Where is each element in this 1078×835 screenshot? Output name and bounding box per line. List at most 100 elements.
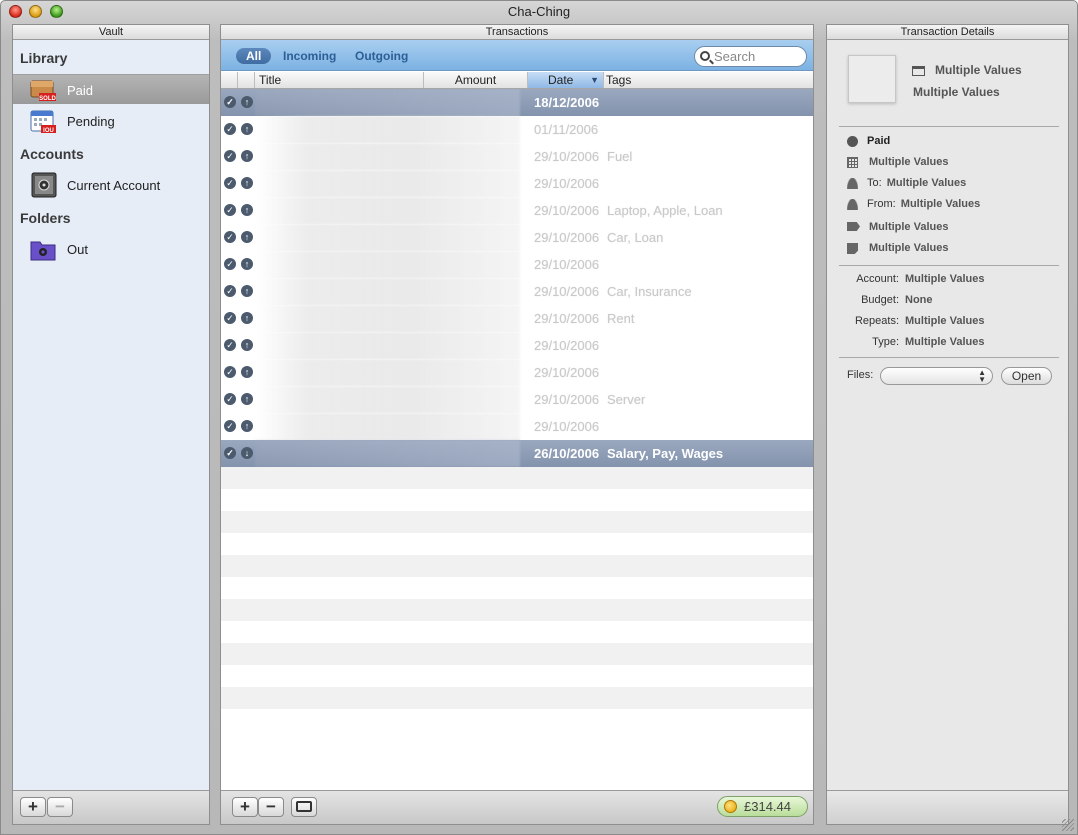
paid-check-icon[interactable]: ✓ <box>224 285 236 297</box>
note-icon <box>847 243 858 254</box>
table-row[interactable]: ✓ ↑ 29/10/2006 Laptop, Apple, Loan <box>221 197 813 224</box>
column-title[interactable]: Title <box>255 72 424 88</box>
transactions-table: ✓ ↑ 18/12/2006 ✓ ↑ 01/11/2006 ✓ ↑ 29/10/2006 Fuel… <box>221 89 813 793</box>
table-row[interactable]: ✓ ↑ 29/10/2006 Rent <box>221 305 813 332</box>
person-icon <box>847 178 858 189</box>
category-row[interactable]: Multiple Values <box>847 156 948 168</box>
table-row[interactable]: ✓ ↑ 29/10/2006 <box>221 359 813 386</box>
filter-incoming[interactable]: Incoming <box>273 48 346 64</box>
sort-descending-icon: ▼ <box>590 75 599 85</box>
column-amount[interactable]: Amount <box>424 72 528 88</box>
outgoing-arrow-icon: ↑ <box>241 420 253 432</box>
row-tags: Rent <box>607 311 635 326</box>
paid-check-icon[interactable]: ✓ <box>224 393 236 405</box>
search-placeholder: Search <box>714 49 756 64</box>
table-row[interactable]: ✓ ↑ 29/10/2006 <box>221 332 813 359</box>
balance-amount: £314.44 <box>744 799 791 814</box>
outgoing-arrow-icon: ↑ <box>241 96 253 108</box>
table-row[interactable]: ✓ ↑ 29/10/2006 Fuel <box>221 143 813 170</box>
incoming-arrow-icon: ↓ <box>241 447 253 459</box>
redacted-title-amount <box>255 278 520 305</box>
account-value: Multiple Values <box>905 273 985 285</box>
column-header-row: Title Amount Date ▼ Tags <box>221 72 813 89</box>
minimize-window-button[interactable] <box>29 5 42 18</box>
status-row[interactable]: Paid <box>847 135 890 147</box>
from-row[interactable]: From: Multiple Values <box>847 198 980 210</box>
row-date: 18/12/2006 <box>534 95 600 110</box>
table-row[interactable]: ✓ ↑ 29/10/2006 Car, Insurance <box>221 278 813 305</box>
sidebar-item-pending[interactable]: IOU Pending <box>13 106 209 136</box>
sidebar-item-paid[interactable]: SOLD Paid <box>13 74 209 104</box>
paid-check-icon[interactable]: ✓ <box>224 204 236 216</box>
paid-check-icon[interactable]: ✓ <box>224 447 236 459</box>
open-file-button[interactable]: Open <box>1001 367 1052 385</box>
paid-check-icon[interactable]: ✓ <box>224 258 236 270</box>
remove-transaction-button[interactable]: − <box>258 797 284 817</box>
paid-check-icon[interactable]: ✓ <box>224 96 236 108</box>
column-direction[interactable] <box>238 72 255 88</box>
tags-row[interactable]: Multiple Values <box>847 221 948 233</box>
remove-vault-item-button[interactable]: − <box>47 797 73 817</box>
filter-all[interactable]: All <box>236 48 272 64</box>
to-row[interactable]: To: Multiple Values <box>847 177 966 189</box>
status-value: Paid <box>867 135 891 147</box>
resize-handle[interactable] <box>1062 819 1074 831</box>
transfer-button[interactable] <box>291 797 317 817</box>
column-date[interactable]: Date ▼ <box>528 72 604 88</box>
empty-row <box>221 467 813 489</box>
sold-box-icon: SOLD <box>29 77 57 103</box>
paid-check-icon[interactable]: ✓ <box>224 312 236 324</box>
note-row[interactable]: Multiple Values <box>847 242 948 254</box>
row-date: 26/10/2006 <box>534 446 600 461</box>
sold-badge-text: SOLD <box>39 96 56 102</box>
outgoing-arrow-icon: ↑ <box>241 285 253 297</box>
paid-check-icon[interactable]: ✓ <box>224 366 236 378</box>
table-row[interactable]: ✓ ↑ 29/10/2006 Car, Loan <box>221 224 813 251</box>
popup-arrows-icon: ▲ ▼ <box>978 368 986 384</box>
table-row[interactable]: ✓ ↑ 29/10/2006 <box>221 170 813 197</box>
check-icon <box>847 136 858 147</box>
folders-heading: Folders <box>20 210 71 226</box>
add-vault-item-button[interactable]: + <box>20 797 46 817</box>
table-row[interactable]: ✓ ↑ 29/10/2006 <box>221 251 813 278</box>
close-window-button[interactable] <box>9 5 22 18</box>
receipt-thumbnail[interactable] <box>848 55 896 103</box>
redacted-title-amount <box>255 332 520 359</box>
smart-folder-icon <box>29 236 57 262</box>
transactions-header: Transactions <box>221 25 813 40</box>
row-tags: Laptop, Apple, Loan <box>607 203 723 218</box>
paid-check-icon[interactable]: ✓ <box>224 123 236 135</box>
table-row[interactable]: ✓ ↑ 29/10/2006 Server <box>221 386 813 413</box>
empty-row <box>221 511 813 533</box>
row-tags: Car, Loan <box>607 230 664 245</box>
paid-check-icon[interactable]: ✓ <box>224 231 236 243</box>
type-label: Type: <box>872 336 899 348</box>
paid-check-icon[interactable]: ✓ <box>224 177 236 189</box>
table-row[interactable]: ✓ ↑ 29/10/2006 <box>221 413 813 440</box>
table-row[interactable]: ✓ ↓ 26/10/2006 Salary, Pay, Wages <box>221 440 813 467</box>
redacted-title-amount <box>255 305 520 332</box>
add-transaction-button[interactable]: + <box>232 797 258 817</box>
paid-check-icon[interactable]: ✓ <box>224 150 236 162</box>
accounts-heading: Accounts <box>20 146 84 162</box>
sidebar-item-out[interactable]: Out <box>13 234 209 264</box>
sidebar-item-current-account[interactable]: Current Account <box>13 170 209 200</box>
outgoing-arrow-icon: ↑ <box>241 231 253 243</box>
table-row[interactable]: ✓ ↑ 18/12/2006 <box>221 89 813 116</box>
search-input[interactable]: Search <box>694 46 807 67</box>
column-status[interactable] <box>221 72 238 88</box>
empty-row <box>221 555 813 577</box>
column-tags[interactable]: Tags <box>604 72 813 88</box>
outgoing-arrow-icon: ↑ <box>241 393 253 405</box>
paid-check-icon[interactable]: ✓ <box>224 420 236 432</box>
redacted-title-amount <box>255 143 520 170</box>
outgoing-arrow-icon: ↑ <box>241 177 253 189</box>
repeats-label: Repeats: <box>854 315 899 327</box>
row-date: 29/10/2006 <box>534 365 600 380</box>
sidebar-item-label: Pending <box>67 114 115 129</box>
table-row[interactable]: ✓ ↑ 01/11/2006 <box>221 116 813 143</box>
zoom-window-button[interactable] <box>50 5 63 18</box>
paid-check-icon[interactable]: ✓ <box>224 339 236 351</box>
files-popup[interactable]: ▲ ▼ <box>880 367 993 385</box>
filter-outgoing[interactable]: Outgoing <box>345 48 418 64</box>
